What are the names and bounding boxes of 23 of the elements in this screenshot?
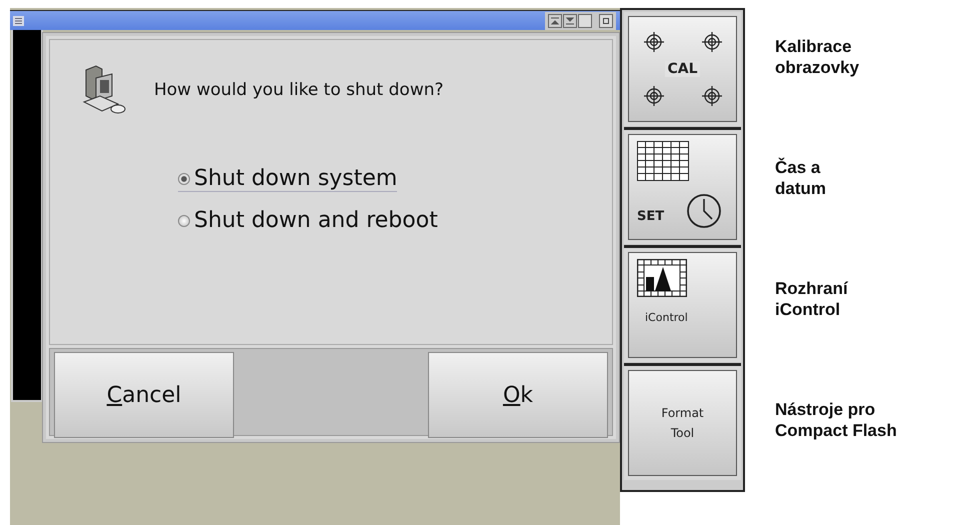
window-button-icon[interactable] [599, 14, 613, 28]
dialog-question: How would you like to shut down? [154, 80, 444, 100]
radio-option[interactable]: Shut down system [178, 166, 398, 192]
tool-caption: Kalibrace obrazovky [775, 36, 860, 79]
tool-button[interactable]: SET [624, 130, 741, 244]
shade-up-icon[interactable] [548, 14, 562, 28]
tool-caption: Rozhraní iControl [775, 278, 850, 321]
radio-option[interactable]: Shut down and reboot [178, 208, 438, 233]
clock-icon [686, 193, 722, 229]
tool-button[interactable]: CAL [624, 12, 741, 126]
maximize-icon[interactable] [578, 14, 592, 28]
menu-icon[interactable] [13, 16, 24, 26]
radio-button[interactable] [178, 172, 190, 184]
tool-caption: Nástroje pro Compact Flash [775, 399, 897, 442]
radio-button[interactable] [178, 214, 190, 226]
chart-icon [637, 259, 687, 297]
tool-button[interactable]: Format Tool [624, 366, 741, 480]
dialog-button[interactable]: Ok [428, 352, 608, 438]
tool-button[interactable]: iControl [624, 248, 741, 362]
dialog-button[interactable]: Cancel [54, 352, 234, 438]
grid-icon [637, 141, 689, 181]
shade-down-icon[interactable] [563, 14, 577, 28]
tool-caption: Čas a datum [775, 157, 827, 200]
